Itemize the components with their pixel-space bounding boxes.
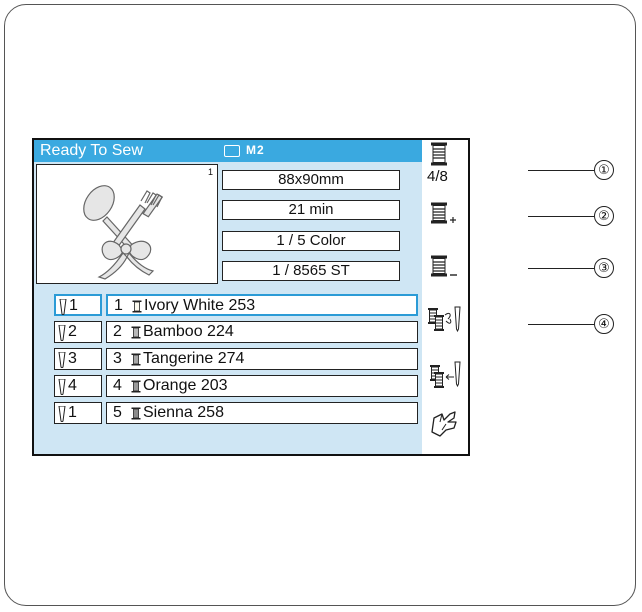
- sewing-time-field: 21 min: [222, 200, 400, 220]
- needle-icon: [58, 352, 66, 368]
- needle-cell[interactable]: 1: [54, 402, 102, 424]
- button-divider: [468, 244, 470, 246]
- callout-4: ④: [594, 314, 614, 334]
- callout-3: ③: [594, 258, 614, 278]
- thread-color-row[interactable]: 5 Sienna 258: [106, 402, 418, 424]
- color-index: 5: [113, 404, 122, 421]
- button-divider: [468, 400, 470, 402]
- color-index: 3: [113, 350, 122, 367]
- side-button-4[interactable]: [468, 298, 470, 350]
- screen-title: Ready To Sew: [40, 142, 143, 159]
- side-button-3[interactable]: [468, 246, 470, 298]
- thread-swatch-icon: [131, 380, 141, 393]
- memory-label: M2: [246, 143, 265, 157]
- needle-icon: [58, 325, 66, 341]
- spoon-fork-bow-design-icon: [83, 185, 164, 280]
- title-bar: Ready To Sew M2: [34, 140, 422, 162]
- thread-color-row[interactable]: 4 Orange 203: [106, 375, 418, 397]
- needle-icon: [58, 406, 66, 422]
- callout-line: [528, 324, 594, 325]
- needle-number: 3: [68, 350, 77, 367]
- thread-name: Bamboo 224: [143, 323, 234, 340]
- thread-name: Tangerine 274: [143, 350, 245, 367]
- button-divider: [468, 296, 470, 298]
- button-divider: [468, 348, 470, 350]
- stitch-count-field: 1 / 8565 ST: [222, 261, 400, 281]
- needle-cell[interactable]: 3: [54, 348, 102, 370]
- needle-icon: [58, 379, 66, 395]
- thread-name: Orange 203: [143, 377, 228, 394]
- spool-count: 4/8: [427, 168, 448, 185]
- needle-number: 1: [69, 297, 78, 314]
- color-index: 4: [113, 377, 122, 394]
- callout-line: [528, 170, 594, 171]
- thread-color-row[interactable]: 1 Ivory White 253: [106, 294, 418, 316]
- needle-icon: [59, 299, 67, 315]
- spool-minus-icon: [431, 255, 457, 277]
- needle-cell[interactable]: 1: [54, 294, 102, 316]
- callout-1: ①: [594, 160, 614, 180]
- color-index: 2: [113, 323, 122, 340]
- needle-number: 2: [68, 323, 77, 340]
- side-button-5[interactable]: [468, 350, 470, 402]
- side-button-1[interactable]: [468, 140, 470, 192]
- thread-name: Ivory White 253: [144, 297, 256, 314]
- design-index: 1: [207, 167, 213, 177]
- thread-color-row[interactable]: 3 Tangerine 274: [106, 348, 418, 370]
- spool-plus-icon: [431, 202, 456, 224]
- callout-line: [528, 268, 594, 269]
- memory-icon: [224, 145, 240, 157]
- spool-assign-icon: [430, 361, 461, 388]
- thread-color-row[interactable]: 2 Bamboo 224: [106, 321, 418, 343]
- thread-swatch-icon: [131, 326, 141, 339]
- needle-number: 4: [68, 377, 77, 394]
- color-count-field: 1 / 5 Color: [222, 231, 400, 251]
- thread-swatch-icon: [132, 300, 142, 313]
- color-index: 1: [114, 297, 123, 314]
- design-size-field: 88x90mm: [222, 170, 400, 190]
- needle-number: 1: [68, 404, 77, 421]
- needle-cell[interactable]: 4: [54, 375, 102, 397]
- side-button-6[interactable]: [468, 402, 470, 454]
- side-button-strip: [468, 140, 470, 454]
- function-icon-column: 4/8: [422, 140, 468, 454]
- lcd-screen: Ready To Sew M2 1 88x90mm 21 min 1 / 5 C…: [32, 138, 470, 456]
- thread-swatch-icon: [131, 353, 141, 366]
- thread-name: Sienna 258: [143, 404, 224, 421]
- design-preview: 1: [36, 164, 218, 284]
- callout-2: ②: [594, 206, 614, 226]
- hand-pointer-icon: [431, 411, 457, 437]
- spool-swap-icon: [428, 306, 461, 333]
- spool-icon: [431, 142, 447, 166]
- needle-cell[interactable]: 2: [54, 321, 102, 343]
- callout-line: [528, 216, 594, 217]
- thread-swatch-icon: [131, 407, 141, 420]
- button-divider: [468, 192, 470, 194]
- side-button-2[interactable]: [468, 194, 470, 246]
